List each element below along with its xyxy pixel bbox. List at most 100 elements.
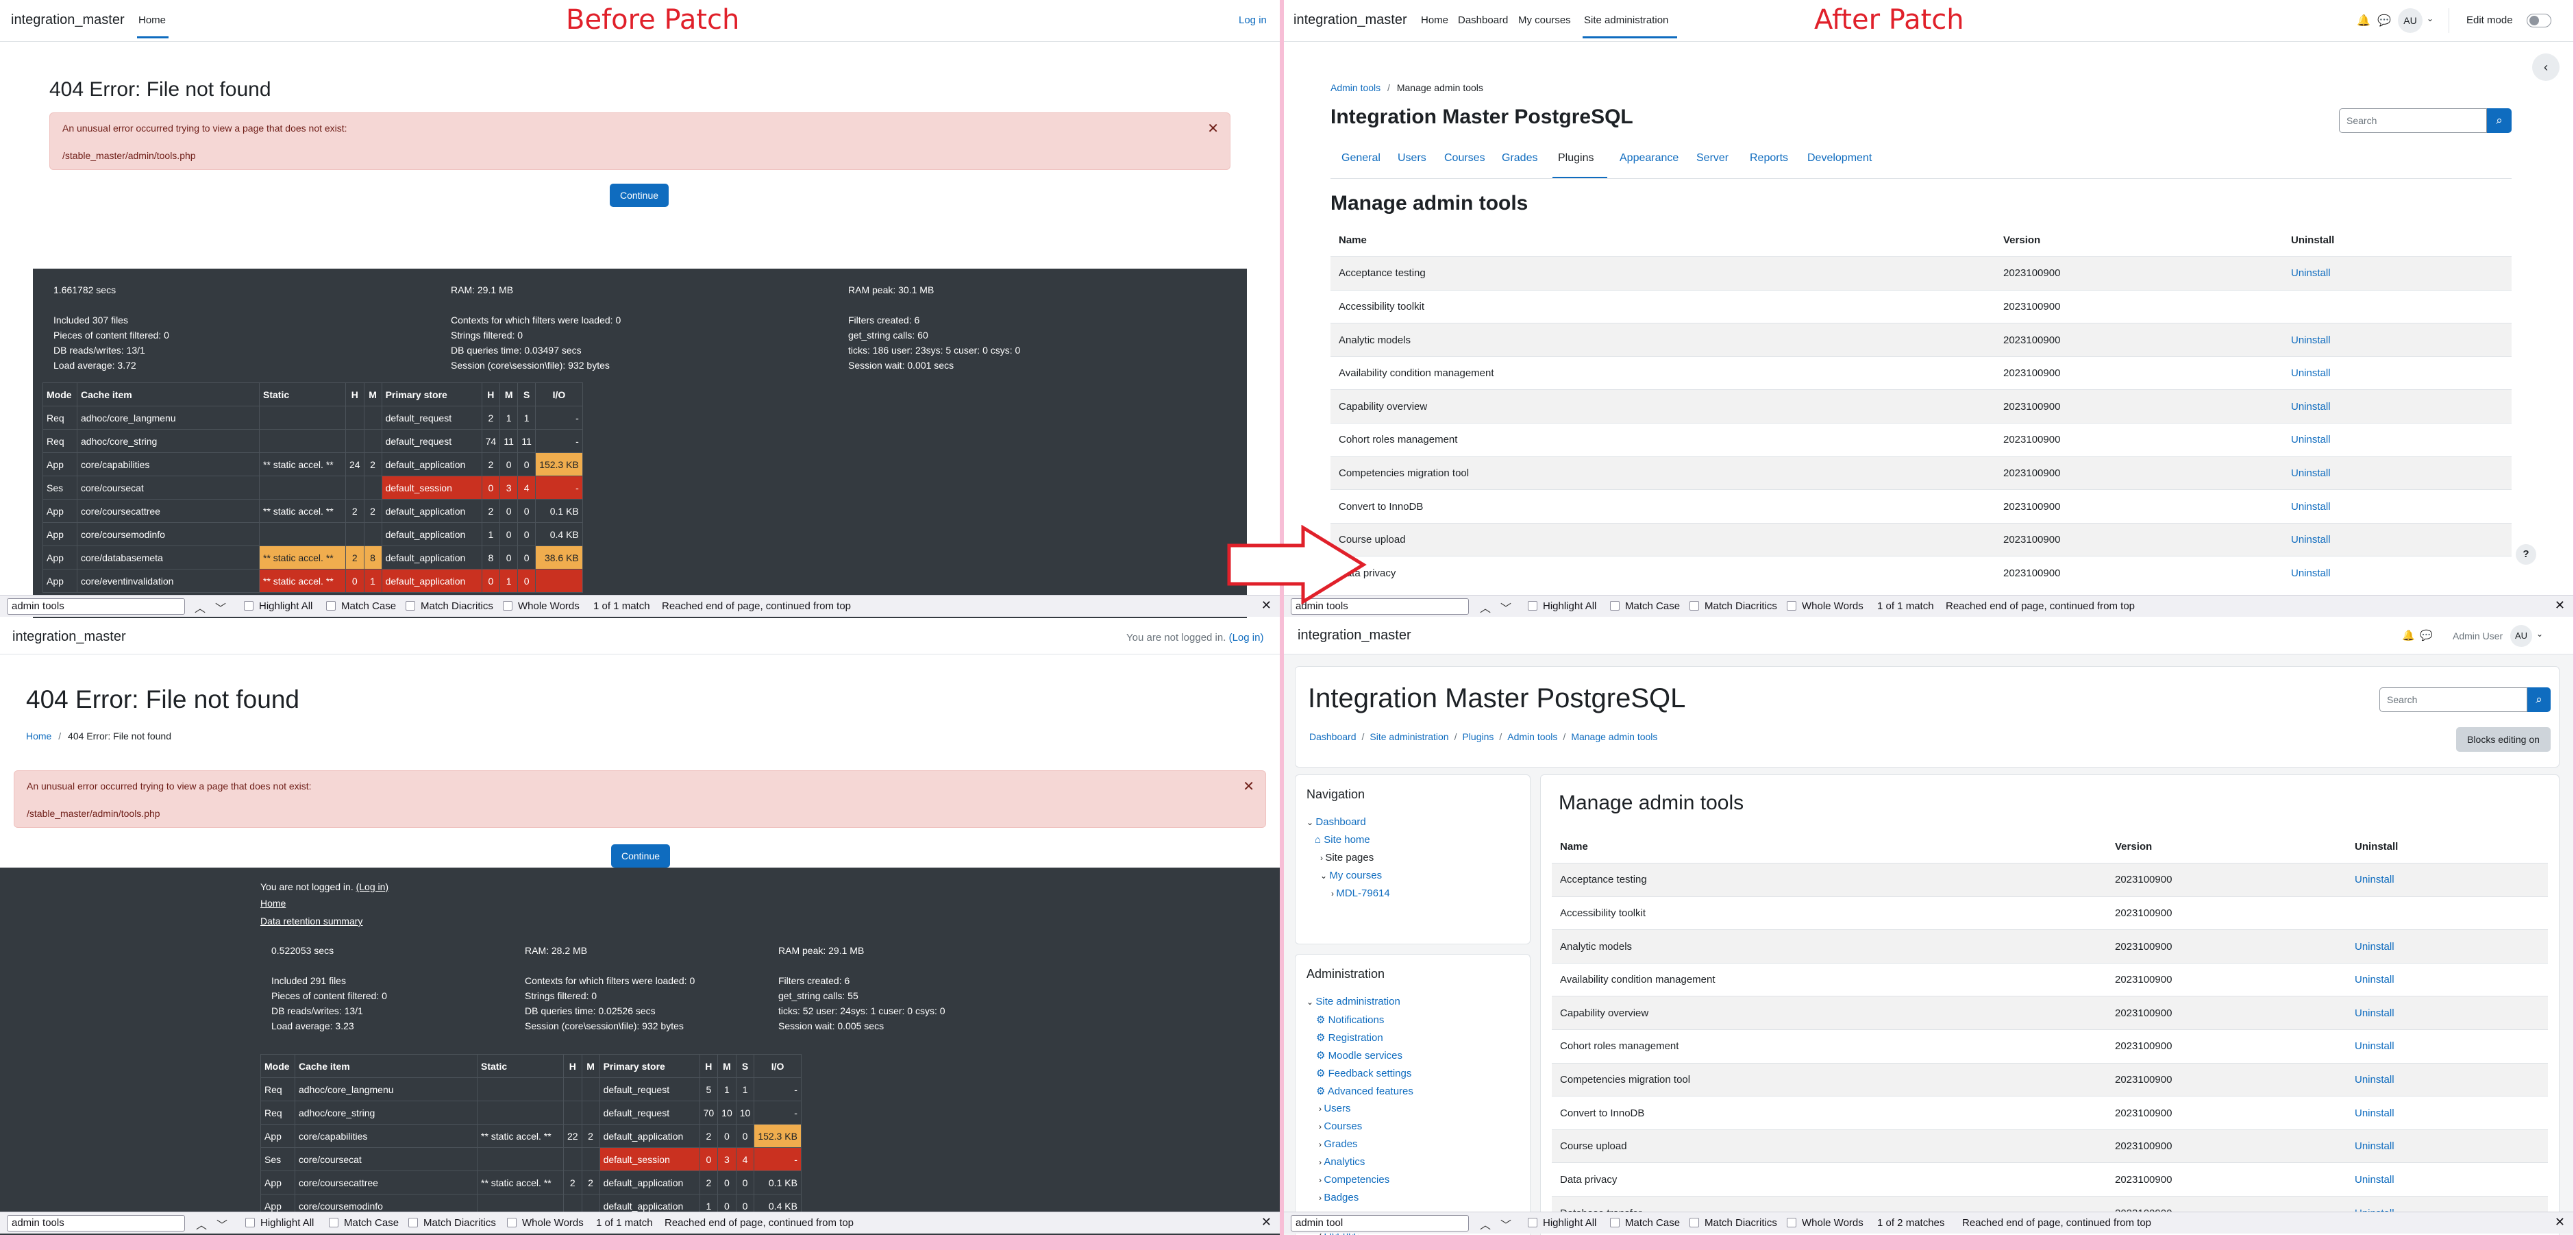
site-brand[interactable]: integration_master [1293, 12, 1407, 28]
tree-grades[interactable]: › Grades [1319, 1138, 1358, 1150]
breadcrumb-dashboard[interactable]: Dashboard [1309, 731, 1357, 742]
tree-site-pages[interactable]: › Site pages [1320, 852, 1374, 863]
match-case-checkbox[interactable] [1610, 601, 1620, 611]
tree-courses[interactable]: › Courses [1319, 1120, 1362, 1132]
match-diacritics-checkbox[interactable] [1689, 1218, 1699, 1227]
uninstall-link[interactable]: Uninstall [2346, 1129, 2548, 1163]
chevron-down-icon[interactable]: ﹀ [1500, 1216, 1511, 1232]
bell-icon[interactable]: 🔔 [2357, 14, 2370, 27]
uninstall-link[interactable]: Uninstall [2346, 863, 2548, 897]
site-brand[interactable]: integration_master [12, 629, 126, 645]
breadcrumb-home[interactable]: Home [26, 731, 51, 742]
tree-moodle-services[interactable]: ⚙ Moodle services [1316, 1049, 1402, 1062]
close-icon[interactable]: ✕ [1243, 778, 1254, 795]
blocks-editing-button[interactable]: Blocks editing on [2456, 727, 2551, 752]
breadcrumb-admin-tools[interactable]: Admin tools [1330, 82, 1380, 93]
highlight-all-checkbox[interactable] [1528, 601, 1537, 611]
tree-my-courses[interactable]: ⌄ My courses [1320, 870, 1382, 881]
tab-appearance[interactable]: Appearance [1620, 152, 1679, 164]
chevron-down-icon[interactable]: ⌄ [2427, 14, 2433, 23]
tree-notifications[interactable]: ⚙ Notifications [1316, 1014, 1384, 1026]
uninstall-link[interactable]: Uninstall [2283, 356, 2512, 390]
match-case-checkbox[interactable] [326, 601, 336, 611]
chat-icon[interactable]: 💬 [2377, 14, 2391, 27]
tab-general[interactable]: General [1341, 152, 1380, 164]
match-diacritics-checkbox[interactable] [1689, 601, 1699, 611]
uninstall-link[interactable]: Uninstall [2283, 389, 2512, 424]
uninstall-link[interactable]: Uninstall [2283, 256, 2512, 291]
close-icon[interactable]: ✕ [1207, 120, 1219, 137]
continue-button[interactable]: Continue [610, 184, 669, 207]
tree-dashboard[interactable]: ⌄ Dashboard [1306, 816, 1366, 828]
tab-plugins[interactable]: Plugins [1558, 152, 1594, 164]
whole-words-checkbox[interactable] [1787, 601, 1796, 611]
tree-advanced-features[interactable]: ⚙ Advanced features [1316, 1085, 1413, 1097]
login-link[interactable]: (Log in) [1229, 632, 1264, 644]
search-input[interactable]: Search [2379, 687, 2527, 712]
chevron-down-icon[interactable]: ⌄ [2536, 629, 2543, 639]
nav-home[interactable]: Home [1421, 14, 1448, 26]
close-icon[interactable]: ✕ [2555, 1215, 2565, 1229]
tab-courses[interactable]: Courses [1444, 152, 1485, 164]
tree-site-home[interactable]: ⌂ Site home [1315, 834, 1370, 846]
chat-icon[interactable]: 💬 [2420, 629, 2433, 641]
find-input[interactable]: admin tools [7, 598, 185, 615]
nav-my-courses[interactable]: My courses [1518, 14, 1571, 26]
site-brand[interactable]: integration_master [11, 12, 125, 28]
user-name[interactable]: Admin User [2453, 630, 2503, 641]
drawer-toggle-chevron-left-icon[interactable]: ‹ [2532, 53, 2560, 81]
uninstall-link[interactable]: Uninstall [2283, 556, 2512, 590]
uninstall-link[interactable]: Uninstall [2346, 962, 2548, 996]
find-input[interactable]: admin tools [7, 1215, 185, 1231]
nav-site-administration[interactable]: Site administration [1584, 14, 1668, 26]
match-case-checkbox[interactable] [329, 1218, 338, 1227]
chevron-up-icon[interactable]: ︿ [1480, 1216, 1491, 1232]
bell-icon[interactable]: 🔔 [2402, 629, 2415, 641]
avatar[interactable]: AU [2510, 625, 2532, 647]
chevron-down-icon[interactable]: ﹀ [215, 599, 226, 615]
tree-feedback-settings[interactable]: ⚙ Feedback settings [1316, 1067, 1411, 1079]
uninstall-link[interactable]: Uninstall [2283, 489, 2512, 524]
footer-login-link[interactable]: (Log in) [356, 881, 388, 892]
chevron-down-icon[interactable]: ﹀ [216, 1216, 227, 1232]
tab-reports[interactable]: Reports [1750, 152, 1788, 164]
tab-development[interactable]: Development [1807, 152, 1872, 164]
highlight-all-checkbox[interactable] [244, 601, 253, 611]
tree-users[interactable]: › Users [1319, 1103, 1351, 1114]
tree-registration[interactable]: ⚙ Registration [1316, 1031, 1383, 1044]
edit-mode-toggle[interactable] [2527, 14, 2551, 27]
uninstall-link[interactable]: Uninstall [2283, 522, 2512, 556]
close-icon[interactable]: ✕ [2555, 598, 2565, 613]
tab-server[interactable]: Server [1696, 152, 1729, 164]
search-icon[interactable]: ⌕ [2527, 687, 2551, 712]
whole-words-checkbox[interactable] [1787, 1218, 1796, 1227]
breadcrumb-admin-tools[interactable]: Admin tools [1507, 731, 1557, 742]
uninstall-link[interactable]: Uninstall [2346, 1062, 2548, 1096]
tree-badges[interactable]: › Badges [1319, 1192, 1359, 1203]
tab-users[interactable]: Users [1398, 152, 1426, 164]
continue-button[interactable]: Continue [611, 844, 670, 868]
avatar[interactable]: AU [2398, 8, 2423, 33]
search-icon[interactable]: ⌕ [2487, 108, 2512, 133]
login-link[interactable]: Log in [1239, 14, 1267, 26]
tree-analytics[interactable]: › Analytics [1319, 1156, 1365, 1168]
help-icon[interactable]: ? [2516, 544, 2536, 565]
tab-grades[interactable]: Grades [1502, 152, 1537, 164]
uninstall-link[interactable]: Uninstall [2346, 1029, 2548, 1064]
match-diacritics-checkbox[interactable] [406, 601, 415, 611]
site-brand[interactable]: integration_master [1298, 628, 1411, 644]
uninstall-link[interactable]: Uninstall [2283, 456, 2512, 490]
uninstall-link[interactable]: Uninstall [2283, 423, 2512, 457]
footer-data-retention-link[interactable]: Data retention summary [260, 916, 362, 927]
chevron-up-icon[interactable]: ︿ [195, 599, 206, 615]
breadcrumb-plugins[interactable]: Plugins [1462, 731, 1494, 742]
highlight-all-checkbox[interactable] [245, 1218, 255, 1227]
uninstall-link[interactable]: Uninstall [2346, 1096, 2548, 1130]
uninstall-link[interactable]: Uninstall [2346, 996, 2548, 1030]
tree-competencies[interactable]: › Competencies [1319, 1174, 1389, 1186]
find-input[interactable]: admin tool [1291, 1215, 1469, 1231]
breadcrumb-site-administration[interactable]: Site administration [1370, 731, 1448, 742]
chevron-up-icon[interactable]: ︿ [196, 1216, 207, 1232]
nav-home[interactable]: Home [138, 14, 166, 26]
whole-words-checkbox[interactable] [503, 601, 512, 611]
